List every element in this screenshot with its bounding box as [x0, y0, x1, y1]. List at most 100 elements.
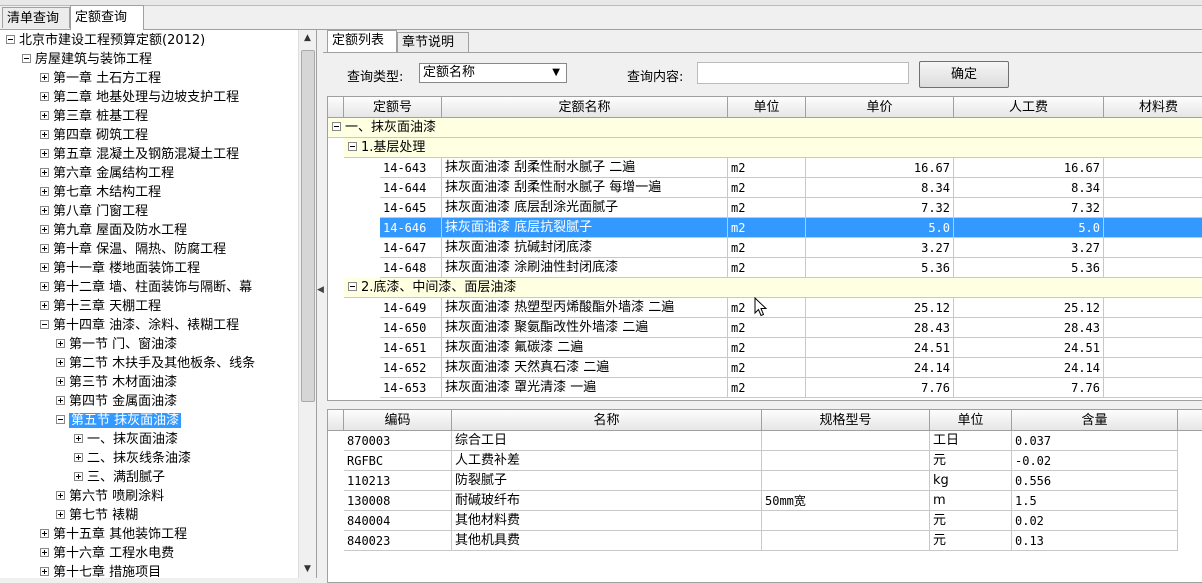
expand-icon[interactable] — [40, 301, 49, 310]
expand-icon[interactable] — [40, 149, 49, 158]
tree-node[interactable]: 北京市建设工程预算定额(2012) — [6, 31, 205, 50]
expand-icon[interactable] — [40, 73, 49, 82]
tree-node[interactable]: 第八章 门窗工程 — [40, 202, 148, 221]
tree-node[interactable]: 第二章 地基处理与边坡支护工程 — [40, 88, 239, 107]
expand-icon[interactable] — [40, 187, 49, 196]
table-row[interactable]: 14-644 抹灰面油漆 刮柔性耐水腻子 每增一遍 m2 8.34 8.34 — [328, 178, 1202, 198]
expand-icon[interactable] — [40, 168, 49, 177]
tree-node[interactable]: 第十三章 天棚工程 — [40, 297, 161, 316]
dropdown-arrow-icon[interactable]: ▼ — [552, 64, 560, 82]
tree-node[interactable]: 三、满刮腻子 — [74, 468, 165, 487]
expand-icon[interactable] — [56, 358, 65, 367]
column-header[interactable]: 单价 — [806, 97, 954, 118]
expand-icon[interactable] — [56, 491, 65, 500]
table-row[interactable]: RGFBC 人工费补差 元 -0.02 — [328, 451, 1202, 471]
tree-node[interactable]: 第九章 屋面及防水工程 — [40, 221, 187, 240]
tree-node[interactable]: 第一节 门、窗油漆 — [56, 335, 177, 354]
column-header[interactable]: 定额名称 — [442, 97, 728, 118]
collapse-icon[interactable] — [348, 142, 357, 151]
expand-icon[interactable] — [40, 548, 49, 557]
tree-node[interactable]: 第三章 桩基工程 — [40, 107, 148, 126]
column-header[interactable]: 名称 — [452, 410, 762, 431]
tree-node[interactable]: 第十一章 楼地面装饰工程 — [40, 259, 200, 278]
table-row[interactable]: 130008 耐碱玻纤布 50mm宽 m 1.5 — [328, 491, 1202, 511]
expand-icon[interactable] — [40, 130, 49, 139]
table-row[interactable]: 870003 综合工日 工日 0.037 — [328, 431, 1202, 451]
scroll-thumb[interactable] — [301, 50, 315, 402]
expand-icon[interactable] — [40, 529, 49, 538]
table-row[interactable]: 14-645 抹灰面油漆 底层刮涂光面腻子 m2 7.32 7.32 — [328, 198, 1202, 218]
collapse-icon[interactable] — [40, 320, 49, 329]
table-row[interactable]: 14-650 抹灰面油漆 聚氨酯改性外墙漆 二遍 m2 28.43 28.43 — [328, 318, 1202, 338]
column-header[interactable]: 材料费 — [1104, 97, 1202, 118]
tab-bill-query[interactable]: 清单查询 — [2, 7, 70, 28]
tree-node[interactable]: 二、抹灰线条油漆 — [74, 449, 191, 468]
tree-node[interactable]: 第四节 金属面油漆 — [56, 392, 177, 411]
scroll-up-icon[interactable]: ▲ — [299, 30, 316, 47]
expand-icon[interactable] — [40, 225, 49, 234]
expand-icon[interactable] — [56, 377, 65, 386]
group-row[interactable]: 1.基层处理 — [344, 138, 1202, 158]
table-row[interactable]: 14-643 抹灰面油漆 刮柔性耐水腻子 二遍 m2 16.67 16.67 — [328, 158, 1202, 178]
query-content-input[interactable] — [697, 62, 909, 84]
group-row[interactable]: 一、抹灰面油漆 — [328, 118, 1202, 138]
table-row[interactable]: 14-646 抹灰面油漆 底层抗裂腻子 m2 5.0 5.0 — [328, 218, 1202, 238]
expand-icon[interactable] — [74, 434, 83, 443]
tree-node[interactable]: 第五章 混凝土及钢筋混凝土工程 — [40, 145, 239, 164]
table-row[interactable]: 14-648 抹灰面油漆 涂刷油性封闭底漆 m2 5.36 5.36 — [328, 258, 1202, 278]
tree-node[interactable]: 第六节 喷刷涂料 — [56, 487, 164, 506]
collapse-icon[interactable] — [348, 282, 357, 291]
column-header[interactable]: 编码 — [344, 410, 452, 431]
tree-node[interactable]: 第五节 抹灰面油漆 — [56, 411, 182, 430]
scroll-down-icon[interactable]: ▼ — [299, 561, 316, 578]
table-row[interactable]: 840004 其他材料费 元 0.02 — [328, 511, 1202, 531]
expand-icon[interactable] — [74, 472, 83, 481]
table-row[interactable]: 110213 防裂腻子 kg 0.556 — [328, 471, 1202, 491]
tree-node[interactable]: 第七章 木结构工程 — [40, 183, 161, 202]
tab-section-notes[interactable]: 章节说明 — [397, 32, 469, 52]
tree-node[interactable]: 第六章 金属结构工程 — [40, 164, 174, 183]
collapse-icon[interactable] — [22, 54, 31, 63]
group-row[interactable]: 2.底漆、中间漆、面层油漆 — [344, 278, 1202, 298]
collapse-icon[interactable] — [6, 35, 15, 44]
tree-node[interactable]: 第一章 土石方工程 — [40, 69, 161, 88]
table-row[interactable]: 14-647 抹灰面油漆 抗碱封闭底漆 m2 3.27 3.27 — [328, 238, 1202, 258]
tree-node[interactable]: 一、抹灰面油漆 — [74, 430, 178, 449]
expand-icon[interactable] — [40, 111, 49, 120]
table-row[interactable]: 14-652 抹灰面油漆 天然真石漆 二遍 m2 24.14 24.14 — [328, 358, 1202, 378]
tree-node[interactable]: 第三节 木材面油漆 — [56, 373, 177, 392]
confirm-button[interactable]: 确定 — [919, 61, 1009, 88]
query-type-select[interactable]: 定额名称 ▼ — [419, 63, 567, 83]
tree-scrollbar[interactable]: ▲ ▼ — [298, 30, 316, 578]
expand-icon[interactable] — [56, 396, 65, 405]
expand-icon[interactable] — [40, 263, 49, 272]
column-header[interactable]: 定额号 — [344, 97, 442, 118]
column-header[interactable]: 含量 — [1012, 410, 1178, 431]
column-header[interactable]: 单位 — [728, 97, 806, 118]
table-row[interactable]: 14-653 抹灰面油漆 罩光清漆 一遍 m2 7.76 7.76 — [328, 378, 1202, 398]
tab-quota-list[interactable]: 定额列表 — [327, 30, 397, 52]
tree-node[interactable]: 第四章 砌筑工程 — [40, 126, 148, 145]
expand-icon[interactable] — [40, 244, 49, 253]
tree-node[interactable]: 第十五章 其他装饰工程 — [40, 525, 187, 544]
collapse-icon[interactable] — [56, 415, 65, 424]
expand-icon[interactable] — [56, 510, 65, 519]
tree-node[interactable]: 第二节 木扶手及其他板条、线条 — [56, 354, 255, 373]
tree-node[interactable]: 第十二章 墙、柱面装饰与隔断、幕 — [40, 278, 252, 297]
tree-node[interactable]: 第十七章 措施项目 — [40, 563, 161, 578]
tree-node[interactable]: 第七节 裱糊 — [56, 506, 138, 525]
tree-node[interactable]: 第十四章 油漆、涂料、裱糊工程 — [40, 316, 239, 335]
expand-icon[interactable] — [40, 92, 49, 101]
tree-node[interactable]: 第十章 保温、隔热、防腐工程 — [40, 240, 226, 259]
expand-icon[interactable] — [56, 339, 65, 348]
expand-icon[interactable] — [40, 206, 49, 215]
column-header[interactable]: 单位 — [930, 410, 1012, 431]
collapse-icon[interactable] — [332, 122, 341, 131]
column-header[interactable]: 人工费 — [954, 97, 1104, 118]
tab-quota-query[interactable]: 定额查询 — [70, 5, 144, 30]
column-header[interactable]: 规格型号 — [762, 410, 930, 431]
expand-icon[interactable] — [40, 282, 49, 291]
table-row[interactable]: 14-651 抹灰面油漆 氟碳漆 二遍 m2 24.51 24.51 — [328, 338, 1202, 358]
tree-node[interactable]: 第十六章 工程水电费 — [40, 544, 174, 563]
expand-icon[interactable] — [74, 453, 83, 462]
